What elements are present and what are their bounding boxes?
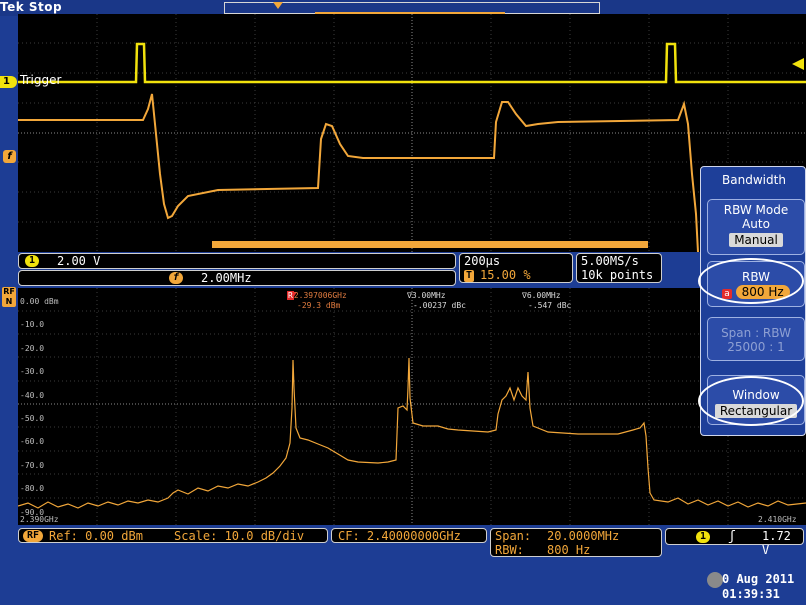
trigger-level: 1.72 V xyxy=(762,529,791,557)
math-scale: 2.00MHz xyxy=(201,271,252,285)
ref-level-labels: 0.00 dBm -10.0 -20.0 -30.0 -40.0 -50.0 -… xyxy=(20,297,59,517)
spectrum-time-bar xyxy=(212,241,648,248)
oscilloscope-screen: Tek Stop T xyxy=(0,0,806,605)
frequency-domain-graticule[interactable] xyxy=(18,288,806,525)
span-rbw-value: 25000 : 1 xyxy=(727,340,785,354)
rbw-value: 800 Hz xyxy=(547,543,591,557)
span-rbw-button[interactable]: Span : RBW 25000 : 1 xyxy=(707,317,805,361)
trigger-position-chip: T xyxy=(464,270,475,282)
span-value: 20.0000MHz xyxy=(547,529,620,543)
start-frequency: 2.390GHz xyxy=(20,515,59,524)
acquisition-readout[interactable]: 5.00MS/s 10k points xyxy=(576,253,662,283)
marker-r-readout[interactable]: R2.397006GHz -29.3 dBm xyxy=(287,291,347,311)
trigger-readout[interactable]: 1 ʃ 1.72 V xyxy=(665,528,804,557)
span-label: Span: xyxy=(495,529,532,543)
acquisition-state: Tek Stop xyxy=(0,0,63,14)
logo-watermark-icon xyxy=(707,572,723,588)
rbw-mode-auto[interactable]: Auto xyxy=(708,217,804,231)
center-frequency: CF: 2.40000000GHz xyxy=(338,529,461,543)
record-view-bar[interactable] xyxy=(224,2,600,15)
menu-title: Bandwidth xyxy=(722,173,786,187)
trigger-label: Trigger xyxy=(20,73,62,87)
trigger-level-icon[interactable] xyxy=(790,58,804,70)
time-domain-graticule[interactable] xyxy=(18,14,806,252)
spectrum-trace xyxy=(18,357,806,509)
timebase: 200µs xyxy=(464,254,501,268)
ch1-chip: 1 xyxy=(25,255,40,267)
ch1-scale: 2.00 V xyxy=(57,254,101,268)
math-waveform xyxy=(18,93,699,252)
marker-2-readout[interactable]: ∇6.00MHz -.547 dBc xyxy=(522,291,571,311)
rbw-label: RBW: xyxy=(495,543,524,557)
span-rbw-label: Span : RBW xyxy=(721,326,791,340)
trigger-position-icon xyxy=(273,2,283,9)
math-chip: f xyxy=(169,272,184,284)
marker-1-readout[interactable]: ∇3.00MHz -.00237 dBc xyxy=(407,291,466,311)
ch1-ground-marker[interactable]: 1 xyxy=(0,76,17,88)
ch1-scale-readout[interactable]: 1 2.00 V xyxy=(18,253,456,269)
rbw-mode-manual[interactable]: Manual xyxy=(729,233,783,247)
math-ground-marker[interactable]: f xyxy=(3,150,16,163)
record-length: 10k points xyxy=(581,268,654,282)
time: 01:39:31 xyxy=(722,587,780,601)
timebase-readout[interactable]: 200µs T 15.00 % xyxy=(459,253,573,283)
ref-scale-readout[interactable]: RF Ref: 0.00 dBm Scale: 10.0 dB/div xyxy=(18,528,328,543)
time-domain-plot xyxy=(18,14,806,252)
trigger-slope-icon: ʃ xyxy=(728,529,736,544)
trigger-position: 15.00 % xyxy=(480,268,531,282)
center-frequency-readout[interactable]: CF: 2.40000000GHz xyxy=(331,528,487,543)
date-time: 0 Aug 2011 01:39:31 xyxy=(722,572,806,602)
spectrum-plot xyxy=(18,288,806,525)
trigger-source-chip: 1 xyxy=(696,531,711,543)
rf-channel-marker[interactable]: RF N xyxy=(2,287,16,307)
window-highlight-oval xyxy=(698,376,804,426)
rbw-mode-button[interactable]: RBW Mode Auto Manual xyxy=(707,199,805,255)
rbw-mode-label: RBW Mode xyxy=(723,203,789,217)
sample-rate: 5.00MS/s xyxy=(581,254,639,268)
rf-chip: RF xyxy=(23,530,44,542)
stop-frequency: 2.410GHz xyxy=(758,515,797,524)
span-rbw-readout[interactable]: Span: 20.0000MHz RBW: 800 Hz xyxy=(490,528,662,557)
date: 0 Aug 2011 xyxy=(722,572,795,586)
ref-level: Ref: 0.00 dBm xyxy=(49,529,143,543)
rbw-highlight-oval xyxy=(698,258,804,304)
math-scale-readout[interactable]: f 2.00MHz xyxy=(18,270,456,286)
vertical-scale: Scale: 10.0 dB/div xyxy=(174,529,305,543)
